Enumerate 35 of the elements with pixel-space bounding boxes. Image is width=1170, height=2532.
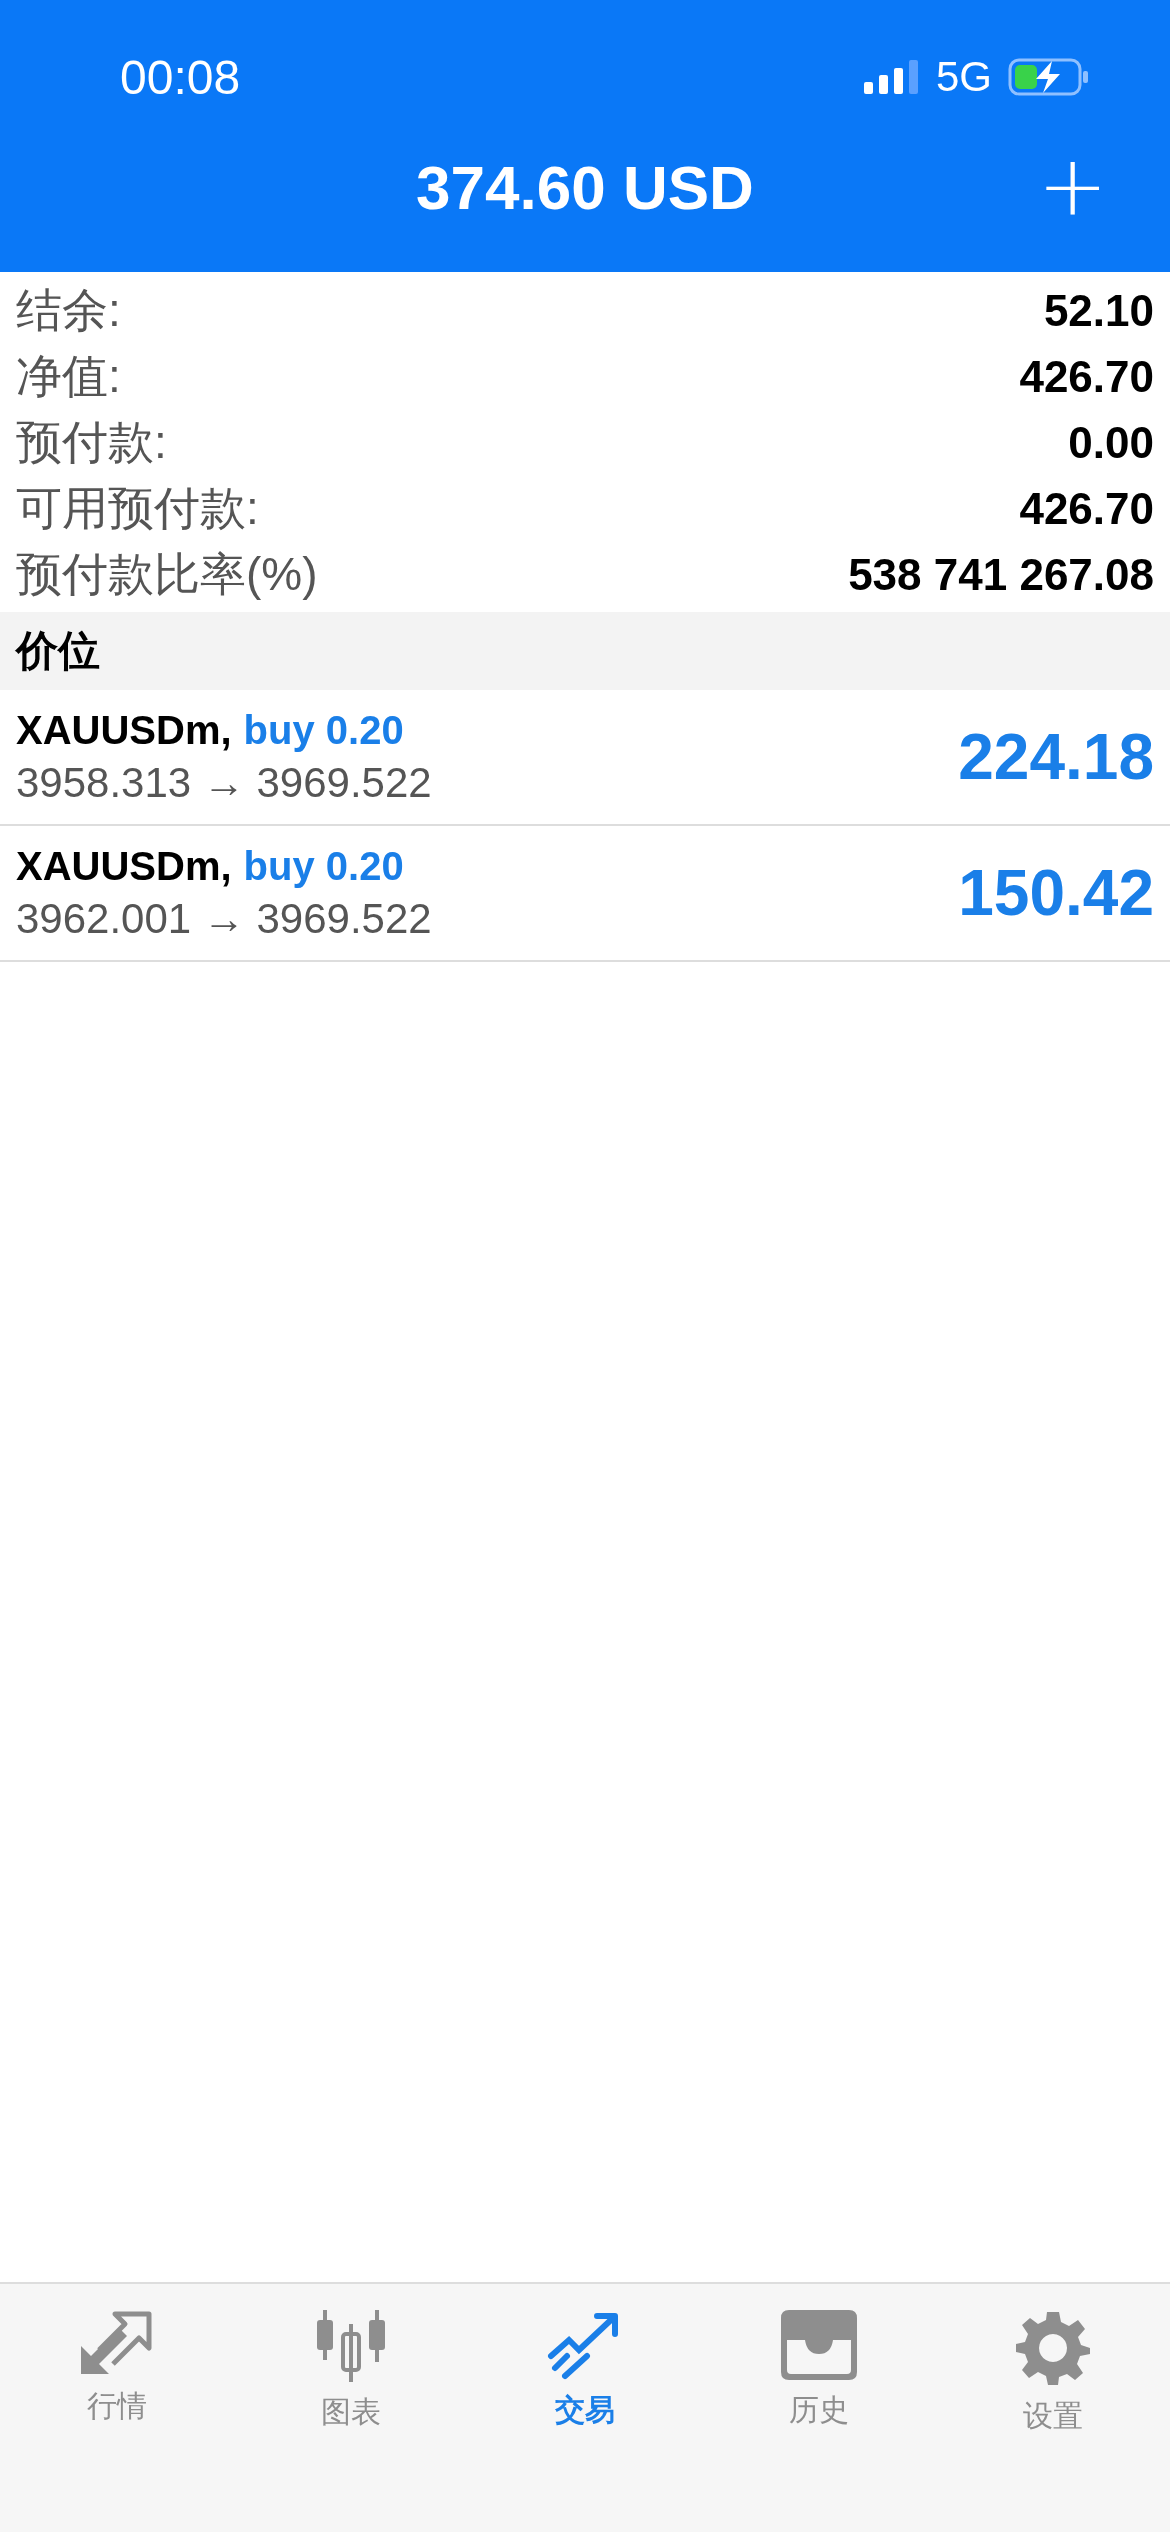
settings-icon	[1015, 2310, 1091, 2386]
position-profit: 150.42	[958, 856, 1154, 930]
summary-value: 52.10	[1043, 286, 1154, 336]
position-order: buy 0.20	[243, 707, 404, 753]
position-symbol: XAUUSDm,	[16, 707, 232, 753]
summary-label: 结余:	[16, 283, 121, 338]
add-button[interactable]: +	[1031, 144, 1114, 228]
tab[interactable]: 设置	[973, 2310, 1133, 2437]
summary-label: 可用预付款:	[16, 481, 259, 536]
balance-title: 374.60 USD	[416, 151, 754, 223]
position-prices: 3958.313 → 3969.522	[16, 758, 432, 807]
tab[interactable]: 历史	[739, 2310, 899, 2431]
summary-label: 预付款比率(%)	[16, 547, 318, 602]
summary-value: 426.70	[1019, 484, 1154, 534]
summary-label: 净值:	[16, 349, 121, 404]
position-prices: 3962.001 → 3969.522	[16, 894, 432, 943]
summary-value: 426.70	[1019, 352, 1154, 402]
tab[interactable]: 交易	[505, 2310, 665, 2431]
section-header: 价位	[0, 612, 1170, 690]
inbox-icon	[781, 2310, 857, 2380]
summary-value: 538 741 267.08	[848, 550, 1154, 600]
network-label: 5G	[935, 53, 992, 101]
position-profit: 224.18	[958, 720, 1154, 794]
status-time: 00:08	[120, 49, 241, 105]
tab[interactable]: 图表	[271, 2310, 431, 2433]
signal-icon	[863, 60, 920, 94]
tab[interactable]: 行情	[37, 2310, 197, 2427]
arrows-icon	[79, 2310, 155, 2376]
summary-value: 0.00	[1068, 418, 1154, 468]
position-row[interactable]: XAUUSDm, buy 0.20 3962.001 → 3969.522 150.42	[0, 826, 1170, 962]
battery-charging-icon	[1008, 58, 1090, 96]
summary-label: 预付款:	[16, 415, 167, 470]
position-order: buy 0.20	[243, 843, 404, 889]
position-symbol: XAUUSDm,	[16, 843, 232, 889]
position-row[interactable]: XAUUSDm, buy 0.20 3958.313 → 3969.522 224.18	[0, 690, 1170, 826]
